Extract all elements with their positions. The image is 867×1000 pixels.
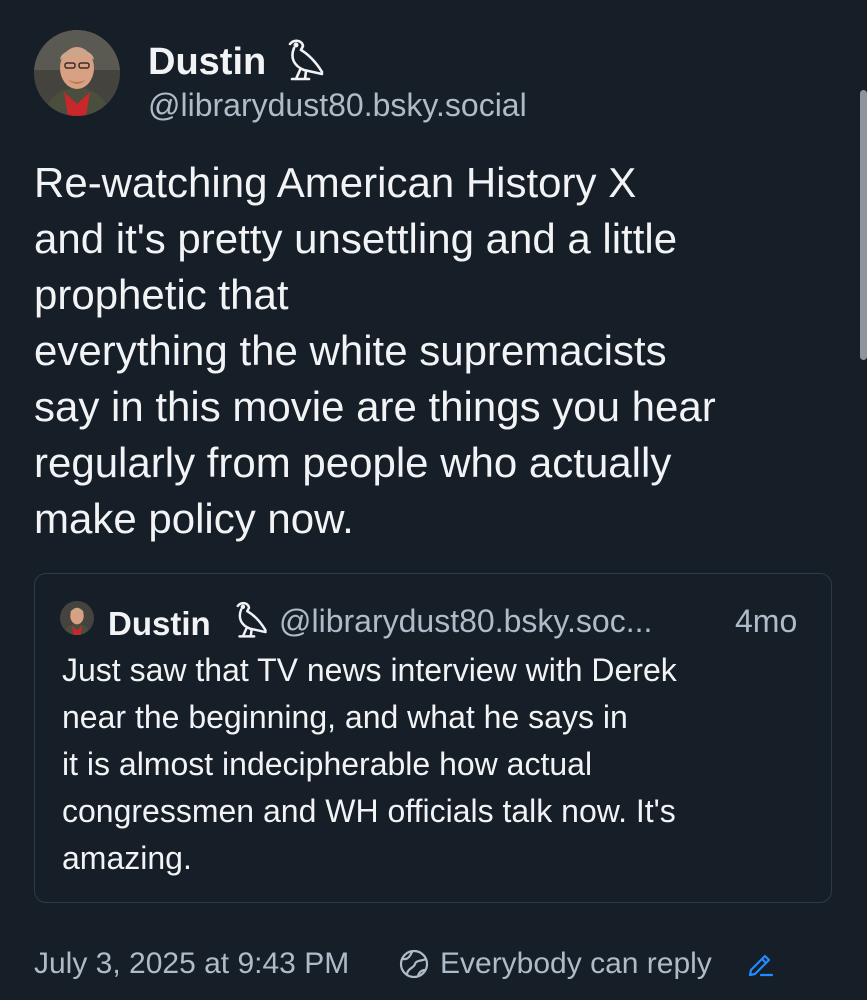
author-avatar[interactable]	[34, 30, 120, 116]
pencil-icon[interactable]	[747, 950, 775, 978]
author-display-name[interactable]: Dustin	[148, 40, 266, 84]
quote-line: near the beginning, and what he says in	[62, 699, 628, 735]
author-handle[interactable]: @librarydust80.bsky.social	[148, 86, 527, 124]
post-line: regularly from people who actually	[34, 439, 672, 486]
globe-icon[interactable]	[398, 948, 430, 980]
hieroglyph-bird-icon	[236, 602, 267, 638]
scrollbar-thumb[interactable]	[860, 90, 867, 360]
post-line: and it's pretty unsettling and a little	[34, 215, 678, 262]
quote-author-avatar[interactable]	[60, 601, 94, 635]
reply-settings-label[interactable]: Everybody can reply	[440, 945, 712, 983]
post-timestamp: July 3, 2025 at 9:43 PM	[34, 947, 350, 980]
quote-line: Just saw that TV news interview with Der…	[62, 652, 677, 688]
quoted-post-card[interactable]: Dustin @librarydust80.bsky.soc... 4mo Ju…	[34, 573, 832, 903]
post-line: make policy now.	[34, 495, 354, 542]
quote-author-name[interactable]: Dustin	[108, 604, 211, 644]
quote-line: it is almost indecipherable how actual	[62, 746, 593, 782]
quote-body: Just saw that TV news interview with Der…	[62, 647, 822, 882]
post-line: everything the white supremacists	[34, 327, 667, 374]
quote-author-handle[interactable]: @librarydust80.bsky.soc...	[279, 601, 652, 641]
hieroglyph-bird-icon	[288, 39, 324, 81]
quote-timestamp: 4mo	[735, 603, 798, 639]
post-line: Re-watching American History X	[34, 159, 637, 206]
post-line: prophetic that	[34, 271, 289, 318]
post-body: Re-watching American History X and it's …	[34, 155, 834, 547]
quote-line: amazing.	[62, 840, 192, 876]
post-line: say in this movie are things you hear	[34, 383, 716, 430]
quote-line: congressmen and WH officials talk now. I…	[62, 793, 676, 829]
